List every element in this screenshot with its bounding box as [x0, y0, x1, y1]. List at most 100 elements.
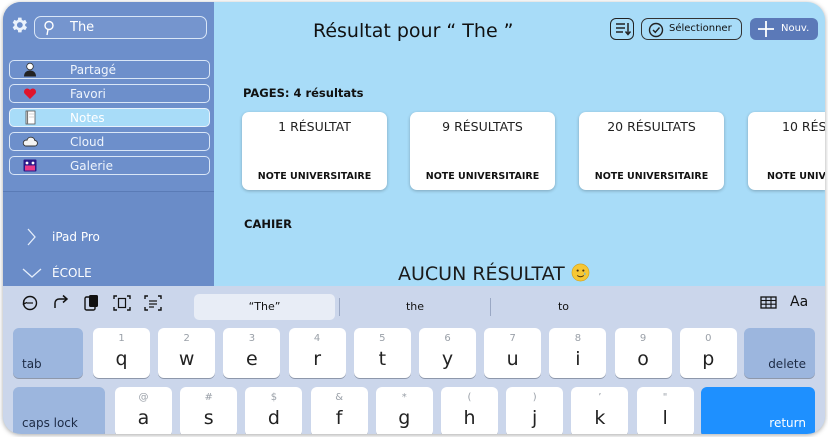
result-kind: NOTE UNIV: [767, 171, 825, 182]
select-button[interactable]: Sélectionner: [641, 18, 742, 40]
result-count: 10 RÉS: [782, 119, 825, 134]
scan-document-icon[interactable]: [112, 294, 132, 312]
delete-key[interactable]: delete: [744, 328, 815, 378]
key-p[interactable]: 0p: [679, 328, 737, 378]
smiling-face-with-tear-icon: [571, 263, 590, 282]
tab-key[interactable]: tab: [13, 328, 83, 378]
key-primary-label: d: [267, 407, 280, 429]
result-kind: NOTE UNIVERSITAIRE: [257, 171, 372, 182]
sidebar-item-notes[interactable]: Notes: [9, 108, 210, 127]
page-title: Résultat pour “ The ”: [313, 20, 514, 42]
return-key[interactable]: return: [701, 387, 815, 434]
suggestion-3[interactable]: to: [491, 294, 636, 320]
key-secondary-label: 8: [574, 333, 582, 344]
key-w[interactable]: 2w: [158, 328, 216, 378]
chevron-right-icon: [27, 228, 36, 246]
result-card[interactable]: 10 RÉS NOTE UNIV: [748, 112, 825, 190]
key-q[interactable]: 1q: [93, 328, 150, 378]
key-secondary-label: 0: [705, 333, 712, 344]
new-button[interactable]: Nouv.: [750, 18, 818, 40]
key-primary-label: r: [313, 348, 321, 370]
key-o[interactable]: 9o: [614, 328, 672, 378]
sidebar-item-partage[interactable]: Partagé: [9, 60, 210, 79]
key-secondary-label: 6: [444, 333, 451, 344]
plus-icon: [758, 21, 774, 37]
sidebar-item-cloud[interactable]: Cloud: [9, 132, 210, 151]
search-icon: [44, 20, 54, 36]
tab-key-label: tab: [22, 357, 42, 371]
caps-lock-key[interactable]: caps lock: [13, 387, 105, 434]
suggestion-1[interactable]: “The”: [194, 294, 335, 320]
key-u[interactable]: 7u: [484, 328, 542, 378]
folder-label: ÉCOLE: [52, 266, 92, 280]
key-secondary-label: (: [467, 392, 472, 403]
key-secondary-label: 9: [639, 333, 647, 344]
folder-ipad-pro[interactable]: iPad Pro: [21, 226, 201, 248]
key-g[interactable]: * g: [375, 387, 433, 434]
key-t[interactable]: 5t: [353, 328, 411, 378]
keyboard-toolbar: “The” the to Aa: [3, 286, 825, 322]
undo-icon[interactable]: [21, 294, 41, 312]
chevron-down-icon: [22, 268, 42, 278]
result-count: 9 RÉSULTATS: [442, 119, 523, 134]
sidebar-item-favori[interactable]: Favori: [9, 84, 210, 103]
folder-ecole[interactable]: ÉCOLE: [21, 262, 201, 284]
redo-icon[interactable]: [51, 294, 71, 312]
scan-text-icon[interactable]: [143, 294, 163, 312]
key-primary-label: g: [398, 407, 411, 429]
key-primary-label: f: [335, 407, 343, 429]
sidebar-top: The Partagé Favori Notes Cloud Galerie: [3, 2, 214, 192]
key-s[interactable]: # s: [180, 387, 238, 434]
sort-button[interactable]: [610, 18, 634, 40]
key-y[interactable]: 6y: [419, 328, 476, 378]
result-kind: NOTE UNIVERSITAIRE: [594, 171, 709, 182]
gallery-icon: [23, 159, 37, 172]
caps-lock-key-label: caps lock: [22, 416, 78, 430]
search-input[interactable]: The: [34, 16, 207, 39]
gear-icon[interactable]: [9, 15, 29, 35]
folder-label: iPad Pro: [52, 230, 100, 244]
key-primary-label: w: [178, 348, 195, 370]
table-icon[interactable]: [759, 294, 779, 312]
key-secondary-label: @: [138, 392, 149, 403]
key-r[interactable]: 4r: [288, 328, 346, 378]
key-primary-label: o: [637, 348, 649, 370]
sidebar: The Partagé Favori Notes Cloud Galerie i…: [3, 2, 214, 292]
key-d[interactable]: $ d: [245, 387, 303, 434]
person-icon: [24, 62, 36, 77]
key-secondary-label: $: [270, 392, 278, 403]
empty-state: AUCUN RÉSULTAT: [398, 263, 590, 285]
key-h[interactable]: (h: [441, 387, 498, 434]
result-card[interactable]: 9 RÉSULTATS NOTE UNIVERSITAIRE: [410, 112, 555, 190]
result-card[interactable]: 1 RÉSULTAT NOTE UNIVERSITAIRE: [242, 112, 387, 190]
sidebar-item-label: Galerie: [70, 159, 114, 173]
key-secondary-label: *: [401, 392, 407, 403]
pages-heading: PAGES: 4 résultats: [243, 86, 364, 100]
return-key-label: return: [769, 416, 806, 430]
key-primary-label: h: [463, 407, 476, 429]
empty-state-text: AUCUN RÉSULTAT: [398, 263, 565, 285]
key-a[interactable]: @ a: [115, 387, 172, 434]
key-k[interactable]: ’ k: [571, 387, 629, 434]
text-format-button[interactable]: Aa: [790, 294, 808, 310]
key-primary-label: k: [594, 407, 606, 429]
paste-icon[interactable]: [81, 294, 101, 312]
key-l[interactable]: " l: [636, 387, 694, 434]
key-secondary-label: 5: [379, 333, 386, 344]
key-j[interactable]: ) j: [506, 387, 564, 434]
key-primary-label: t: [378, 348, 387, 370]
key-secondary-label: 3: [248, 333, 256, 344]
key-secondary-label: ): [532, 392, 537, 403]
key-f[interactable]: & f: [310, 387, 368, 434]
delete-key-label: delete: [768, 357, 806, 371]
key-e[interactable]: 3e: [223, 328, 281, 378]
key-secondary-label: &: [335, 392, 343, 403]
sidebar-item-galerie[interactable]: Galerie: [9, 156, 210, 175]
key-secondary-label: #: [204, 392, 213, 403]
suggestion-2[interactable]: the: [340, 294, 490, 320]
sidebar-item-label: Notes: [70, 111, 105, 125]
key-primary-label: u: [506, 348, 519, 370]
cahier-heading: CAHIER: [244, 217, 292, 231]
key-i[interactable]: 8i: [549, 328, 607, 378]
result-card[interactable]: 20 RÉSULTATS NOTE UNIVERSITAIRE: [579, 112, 724, 190]
